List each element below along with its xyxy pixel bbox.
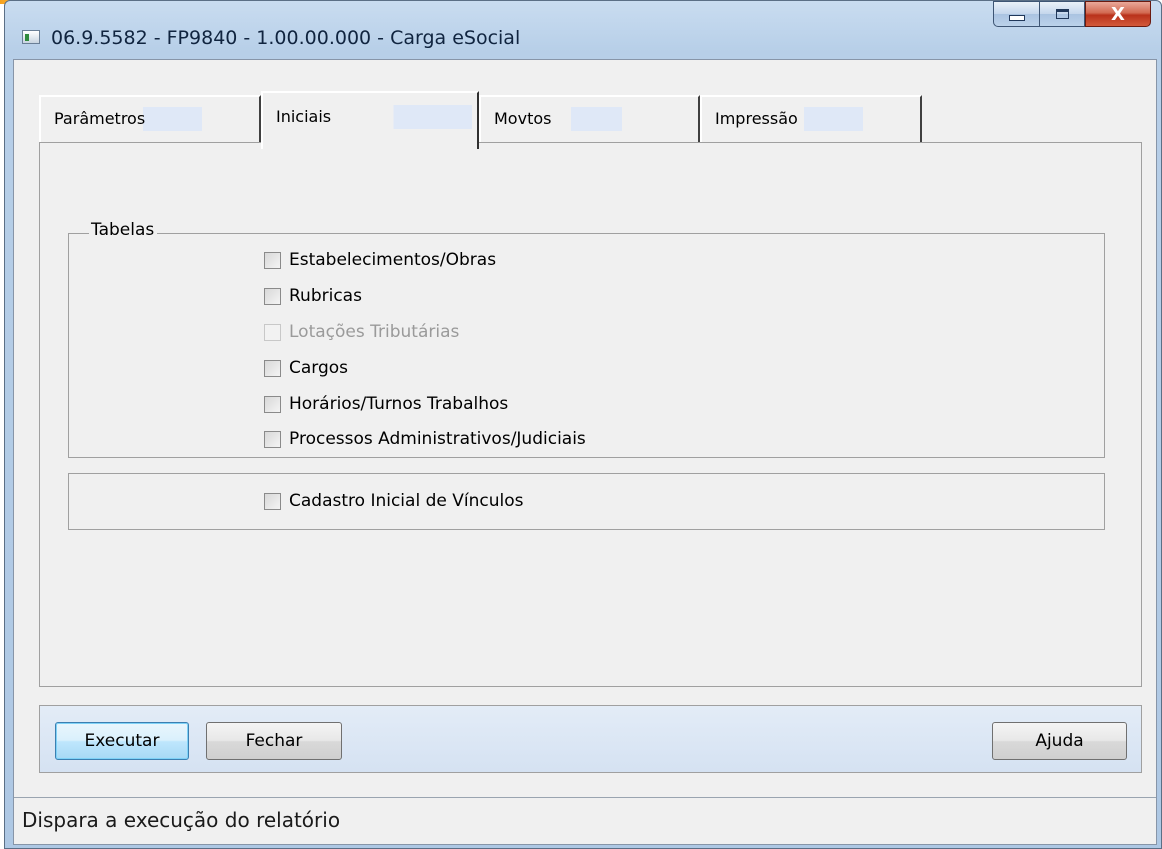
checkbox-label: Rubricas: [289, 286, 362, 306]
checkbox-label: Estabelecimentos/Obras: [289, 250, 497, 270]
checkbox-label: Cadastro Inicial de Vínculos: [289, 491, 524, 511]
checkbox-label: Lotações Tributárias: [289, 322, 460, 342]
checkbox-box[interactable]: [264, 430, 281, 448]
app-icon[interactable]: [22, 30, 40, 44]
checkbox-label: Horários/Turnos Trabalhos: [289, 394, 509, 414]
minimize-icon: [1008, 15, 1025, 21]
checkbox-box[interactable]: [264, 395, 281, 413]
tabelas-group: Tabelas Estabelecimentos/Obras Rubricas …: [68, 220, 1105, 458]
client-area: Parâmetros Movtos Impressão Iniciais Tab…: [13, 59, 1157, 845]
checkbox-label: Processos Administrativos/Judiciais: [289, 429, 586, 449]
window-controls: X: [993, 1, 1151, 27]
tab-label: Movtos: [494, 107, 622, 131]
tab-label: Impressão: [715, 107, 863, 131]
checkbox-box: [264, 323, 281, 341]
tab-label: Iniciais: [276, 105, 472, 129]
execute-button[interactable]: Executar: [55, 722, 189, 760]
button-bar: Executar Fechar Ajuda: [39, 705, 1142, 773]
checkbox-cargos[interactable]: Cargos: [264, 357, 348, 379]
checkbox-box[interactable]: [264, 287, 281, 305]
close-dialog-button[interactable]: Fechar: [206, 722, 342, 760]
vinculos-group: Cadastro Inicial de Vínculos: [68, 473, 1105, 530]
close-icon: X: [1111, 3, 1125, 25]
checkbox-cadastro-vinculos[interactable]: Cadastro Inicial de Vínculos: [264, 490, 523, 512]
checkbox-box[interactable]: [264, 359, 281, 377]
checkbox-box[interactable]: [264, 251, 281, 269]
maximize-icon: [1055, 9, 1069, 19]
checkbox-box[interactable]: [264, 492, 281, 510]
checkbox-label: Cargos: [289, 358, 349, 378]
tabelas-legend: Tabelas: [89, 220, 158, 240]
tab-movtos[interactable]: Movtos: [479, 95, 700, 145]
title-bar[interactable]: 06.9.5582 - FP9840 - 1.00.00.000 - Carga…: [5, 1, 1161, 55]
checkbox-horarios-turnos[interactable]: Horários/Turnos Trabalhos: [264, 393, 508, 415]
checkbox-processos[interactable]: Processos Administrativos/Judiciais: [264, 428, 586, 450]
tab-parametros[interactable]: Parâmetros: [39, 95, 261, 145]
app-window: 06.9.5582 - FP9840 - 1.00.00.000 - Carga…: [4, 0, 1162, 849]
status-bar: Dispara a execução do relatório: [14, 797, 1156, 844]
tab-panel-iniciais: Tabelas Estabelecimentos/Obras Rubricas …: [39, 142, 1142, 687]
tab-impressao[interactable]: Impressão: [700, 95, 922, 145]
help-button[interactable]: Ajuda: [992, 722, 1127, 760]
checkbox-rubricas[interactable]: Rubricas: [264, 285, 362, 307]
tab-label: Parâmetros: [54, 107, 202, 131]
maximize-button[interactable]: [1039, 1, 1085, 27]
tab-iniciais[interactable]: Iniciais: [261, 91, 479, 149]
checkbox-estabelecimentos[interactable]: Estabelecimentos/Obras: [264, 249, 496, 271]
checkbox-lotacoes-tributarias: Lotações Tributárias: [264, 321, 459, 343]
minimize-button[interactable]: [993, 1, 1039, 27]
close-button[interactable]: X: [1085, 1, 1151, 27]
window-title: 06.9.5582 - FP9840 - 1.00.00.000 - Carga…: [51, 27, 521, 49]
